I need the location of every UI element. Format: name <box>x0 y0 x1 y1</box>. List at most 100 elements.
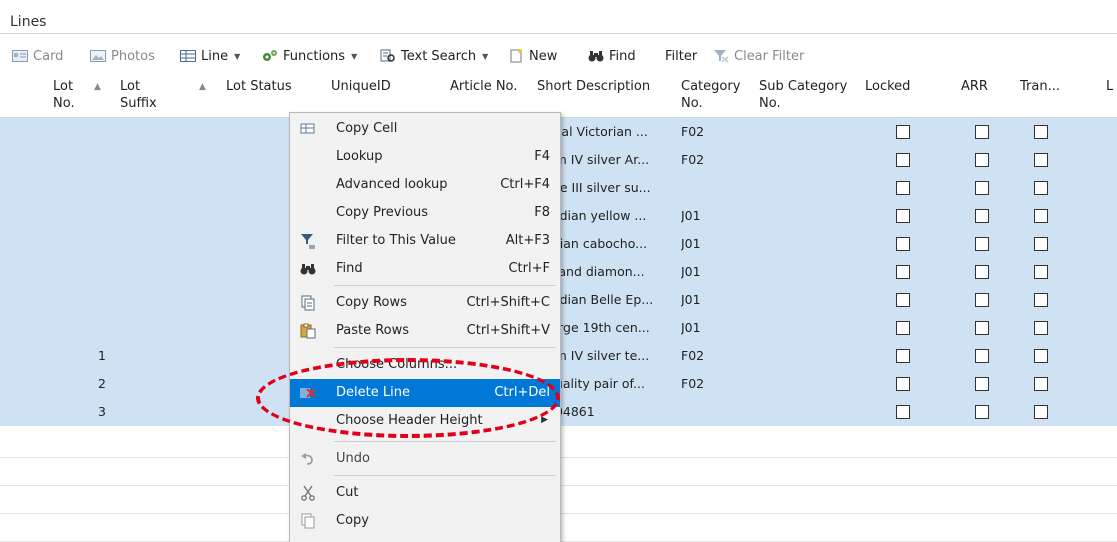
arr-checkbox[interactable] <box>975 125 989 139</box>
tran-checkbox[interactable] <box>1034 321 1048 335</box>
tran-checkbox[interactable] <box>1034 377 1048 391</box>
column-header-category-no[interactable]: Category No. <box>681 78 740 112</box>
arr-checkbox[interactable] <box>975 265 989 279</box>
menu-item-paste-rows[interactable]: Paste Rows Ctrl+Shift+V <box>290 317 560 345</box>
tran-checkbox[interactable] <box>1034 209 1048 223</box>
locked-checkbox[interactable] <box>896 181 910 195</box>
menu-item-choose-header-height[interactable]: Choose Header Height ▶ <box>290 407 560 435</box>
arr-checkbox[interactable] <box>975 153 989 167</box>
menu-item-delete-line[interactable]: Delete Line Ctrl+Del <box>290 379 560 407</box>
card-button[interactable]: Card <box>12 44 63 68</box>
filter-button[interactable]: Filter <box>665 44 697 68</box>
chevron-down-icon: ▼ <box>234 51 241 61</box>
menu-item-copy-previous[interactable]: Copy Previous F8 <box>290 199 560 227</box>
category-no-cell: J01 <box>681 320 701 335</box>
text-search-menu-button[interactable]: Text Search ▼ <box>380 44 488 68</box>
tran-checkbox[interactable] <box>1034 265 1048 279</box>
arr-checkbox[interactable] <box>975 321 989 335</box>
locked-checkbox[interactable] <box>896 405 910 419</box>
column-header-arr[interactable]: ARR <box>961 78 988 95</box>
column-header-article-no[interactable]: Article No. <box>450 78 517 95</box>
line-label: Line <box>201 48 229 64</box>
menu-label: Copy Rows <box>336 295 407 310</box>
tran-checkbox[interactable] <box>1034 405 1048 419</box>
category-no-cell: F02 <box>681 152 705 167</box>
tran-checkbox[interactable] <box>1034 237 1048 251</box>
short-description-cell: orian cabocho... <box>547 236 648 251</box>
column-header-lot-suffix[interactable]: Lot Suffix <box>120 78 157 112</box>
locked-checkbox[interactable] <box>896 377 910 391</box>
header-text: No. <box>681 96 703 111</box>
menu-item-find[interactable]: Find Ctrl+F <box>290 255 560 283</box>
tran-checkbox[interactable] <box>1034 349 1048 363</box>
menu-item-choose-columns[interactable]: Choose Columns... <box>290 351 560 379</box>
locked-checkbox[interactable] <box>896 293 910 307</box>
find-button[interactable]: Find <box>588 44 636 68</box>
column-header-locked[interactable]: Locked <box>865 78 910 95</box>
arr-checkbox[interactable] <box>975 293 989 307</box>
chevron-right-icon: ▶ <box>541 415 548 425</box>
menu-shortcut: Alt+F3 <box>505 233 550 248</box>
arr-checkbox[interactable] <box>975 237 989 251</box>
line-menu-button[interactable]: Line ▼ <box>180 44 240 68</box>
category-no-cell: F02 <box>681 376 705 391</box>
tran-checkbox[interactable] <box>1034 125 1048 139</box>
menu-item-lookup[interactable]: Lookup F4 <box>290 143 560 171</box>
menu-label: Advanced lookup <box>336 177 448 192</box>
locked-checkbox[interactable] <box>896 237 910 251</box>
column-header-unique-id[interactable]: UniqueID <box>331 78 391 95</box>
category-no-cell: J01 <box>681 264 701 279</box>
lines-panel-header: Lines <box>0 0 1117 34</box>
column-header-lot-no[interactable]: Lot No. <box>53 78 75 112</box>
arr-checkbox[interactable] <box>975 181 989 195</box>
locked-checkbox[interactable] <box>896 153 910 167</box>
cell-editor[interactable] <box>220 96 292 116</box>
menu-separator <box>334 441 556 442</box>
arr-checkbox[interactable] <box>975 209 989 223</box>
column-header-tran[interactable]: Tran... <box>1020 78 1060 95</box>
sort-ascending-icon: ▲ <box>199 82 206 92</box>
photos-button[interactable]: Photos <box>90 44 155 68</box>
delete-line-icon <box>300 385 316 401</box>
category-no-cell: F02 <box>681 124 705 139</box>
locked-checkbox[interactable] <box>896 321 910 335</box>
locked-checkbox[interactable] <box>896 349 910 363</box>
column-header-lot-status[interactable]: Lot Status <box>226 78 292 95</box>
locked-checkbox[interactable] <box>896 265 910 279</box>
menu-item-copy-rows[interactable]: Copy Rows Ctrl+Shift+C <box>290 289 560 317</box>
category-no-cell: J01 <box>681 208 701 223</box>
tran-checkbox[interactable] <box>1034 293 1048 307</box>
locked-checkbox[interactable] <box>896 209 910 223</box>
chevron-down-icon: ▼ <box>482 51 489 61</box>
header-text: Lot <box>120 79 141 94</box>
menu-label: Choose Header Height <box>336 413 483 428</box>
column-header-extra[interactable]: L <box>1106 78 1113 95</box>
copy-icon <box>300 513 316 529</box>
arr-checkbox[interactable] <box>975 349 989 363</box>
menu-label: Cut <box>336 485 359 500</box>
locked-checkbox[interactable] <box>896 125 910 139</box>
arr-checkbox[interactable] <box>975 405 989 419</box>
header-text: Suffix <box>120 96 157 111</box>
new-button[interactable]: New <box>508 44 557 68</box>
column-header-short-description[interactable]: Short Description <box>537 78 650 95</box>
short-description-cell: am IV silver te... <box>547 348 650 363</box>
clear-filter-button[interactable]: Clear Filter <box>713 44 804 68</box>
menu-item-filter-to-value[interactable]: Filter to This Value Alt+F3 <box>290 227 560 255</box>
column-header-sub-category-no[interactable]: Sub Category No. <box>759 78 847 112</box>
arr-checkbox[interactable] <box>975 377 989 391</box>
tran-checkbox[interactable] <box>1034 153 1048 167</box>
header-text: Lot <box>53 79 74 94</box>
menu-item-cut[interactable]: Cut <box>290 479 560 507</box>
header-text: No. <box>53 96 75 111</box>
menu-item-undo[interactable]: Undo <box>290 445 560 473</box>
menu-item-copy-cell[interactable]: Copy Cell <box>290 115 560 143</box>
menu-item-advanced-lookup[interactable]: Advanced lookup Ctrl+F4 <box>290 171 560 199</box>
header-text: Category <box>681 79 741 94</box>
functions-menu-button[interactable]: Functions ▼ <box>262 44 357 68</box>
tran-checkbox[interactable] <box>1034 181 1048 195</box>
menu-item-copy[interactable]: Copy <box>290 507 560 535</box>
category-no-cell: F02 <box>681 348 705 363</box>
new-label: New <box>529 48 558 64</box>
filter-icon <box>300 233 316 249</box>
